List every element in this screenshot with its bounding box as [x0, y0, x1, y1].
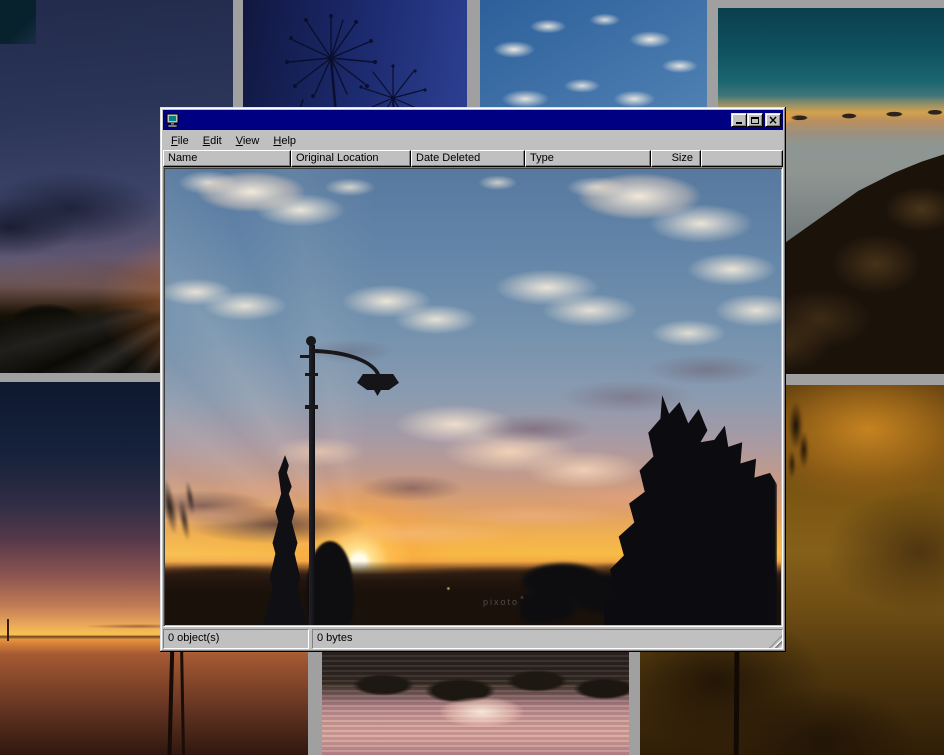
- street-lamp-pole: [309, 345, 315, 625]
- lake-pole: [180, 644, 185, 755]
- maximize-icon: [751, 117, 759, 124]
- desktop: { "window": { "title": "", "icon": "comp…: [0, 0, 944, 755]
- column-header-row: Name Original Location Date Deleted Type…: [163, 150, 783, 167]
- street-lamp-finial: [306, 336, 316, 346]
- column-header-original-location[interactable]: Original Location: [291, 150, 411, 167]
- photo-tile-dark-corner: [0, 0, 36, 44]
- street-lamp-collar: [305, 373, 318, 376]
- close-button[interactable]: ×: [765, 113, 781, 127]
- street-lamp-bracket: [300, 355, 310, 358]
- menu-file[interactable]: File: [164, 133, 196, 149]
- column-header-filler[interactable]: [701, 150, 783, 167]
- twig-silhouette: [783, 397, 815, 493]
- menu-view[interactable]: View: [229, 133, 267, 149]
- close-icon: ×: [768, 115, 778, 125]
- status-object-count: 0 object(s): [163, 629, 309, 649]
- recycle-bin-window: × File Edit View Help Name Original Loca…: [160, 107, 786, 652]
- menu-edit[interactable]: Edit: [196, 133, 229, 149]
- minimize-icon: [736, 122, 742, 124]
- menu-bar: File Edit View Help: [163, 130, 783, 150]
- sunset-lamp-photo: pixoto: [165, 169, 781, 625]
- column-header-name[interactable]: Name: [163, 150, 291, 167]
- list-view-area[interactable]: pixoto: [163, 167, 783, 627]
- status-byte-count: 0 bytes: [312, 629, 783, 649]
- menu-help[interactable]: Help: [266, 133, 303, 149]
- photo-watermark: pixoto: [483, 597, 519, 607]
- lake-pole: [7, 619, 9, 641]
- column-header-date-deleted[interactable]: Date Deleted: [411, 150, 525, 167]
- column-header-type[interactable]: Type: [525, 150, 651, 167]
- computer-icon[interactable]: [165, 113, 181, 128]
- maximize-button[interactable]: [747, 113, 763, 127]
- lake-pole: [167, 637, 174, 755]
- column-header-size[interactable]: Size: [651, 150, 701, 167]
- status-bar: 0 object(s) 0 bytes: [163, 629, 783, 649]
- street-lamp-collar: [305, 405, 318, 409]
- title-bar[interactable]: ×: [163, 110, 783, 130]
- minimize-button[interactable]: [731, 113, 747, 127]
